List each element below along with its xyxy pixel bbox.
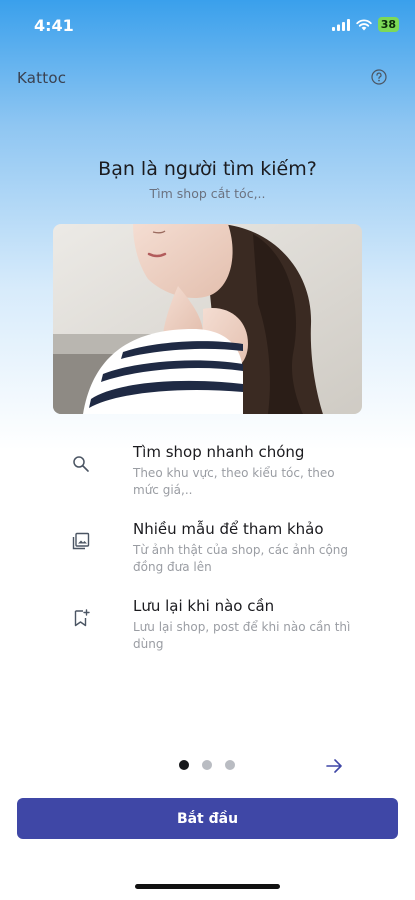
help-circle-icon[interactable]	[370, 68, 388, 86]
signal-icon	[331, 18, 350, 31]
feature-title: Tìm shop nhanh chóng	[133, 443, 305, 461]
app-brand: Kattoc	[17, 69, 67, 87]
feature-desc: Lưu lại shop, post để khi nào cần thì dù…	[133, 620, 351, 651]
feature-item-gallery: Nhiều mẫu để tham khảo Từ ảnh thật của s…	[0, 517, 415, 587]
status-icons: 38	[331, 17, 399, 32]
feature-desc: Theo khu vực, theo kiểu tóc, theo mức gi…	[133, 466, 335, 497]
hero-image	[53, 224, 362, 414]
feature-item-bookmark: Lưu lại khi nào cần Lưu lại shop, post đ…	[0, 594, 415, 664]
battery-indicator: 38	[377, 17, 399, 32]
home-indicator	[135, 884, 280, 889]
app-header: Kattoc	[0, 64, 415, 94]
status-bar: 4:41 38	[0, 0, 415, 50]
bookmark-icon	[74, 609, 90, 627]
gallery-icon	[72, 532, 90, 550]
search-icon	[73, 456, 89, 472]
feature-title: Nhiều mẫu để tham khảo	[133, 520, 324, 538]
status-time: 4:41	[34, 16, 74, 35]
page-dot-active[interactable]	[179, 760, 189, 770]
page-indicator	[179, 760, 235, 770]
feature-item-search: Tìm shop nhanh chóng Theo khu vực, theo …	[0, 440, 415, 510]
feature-title: Lưu lại khi nào cần	[133, 597, 275, 615]
feature-desc: Từ ảnh thật của shop, các ảnh cộng đồng …	[133, 543, 349, 574]
arrow-right-icon[interactable]	[322, 754, 346, 778]
wifi-icon	[355, 18, 372, 30]
page-title: Bạn là người tìm kiếm?	[98, 158, 317, 180]
page-dot[interactable]	[202, 760, 212, 770]
hero-illustration	[53, 224, 362, 414]
page-subtitle: Tìm shop cắt tóc,..	[149, 186, 266, 201]
page-dot[interactable]	[225, 760, 235, 770]
start-button[interactable]: Bắt đầu	[17, 798, 398, 839]
